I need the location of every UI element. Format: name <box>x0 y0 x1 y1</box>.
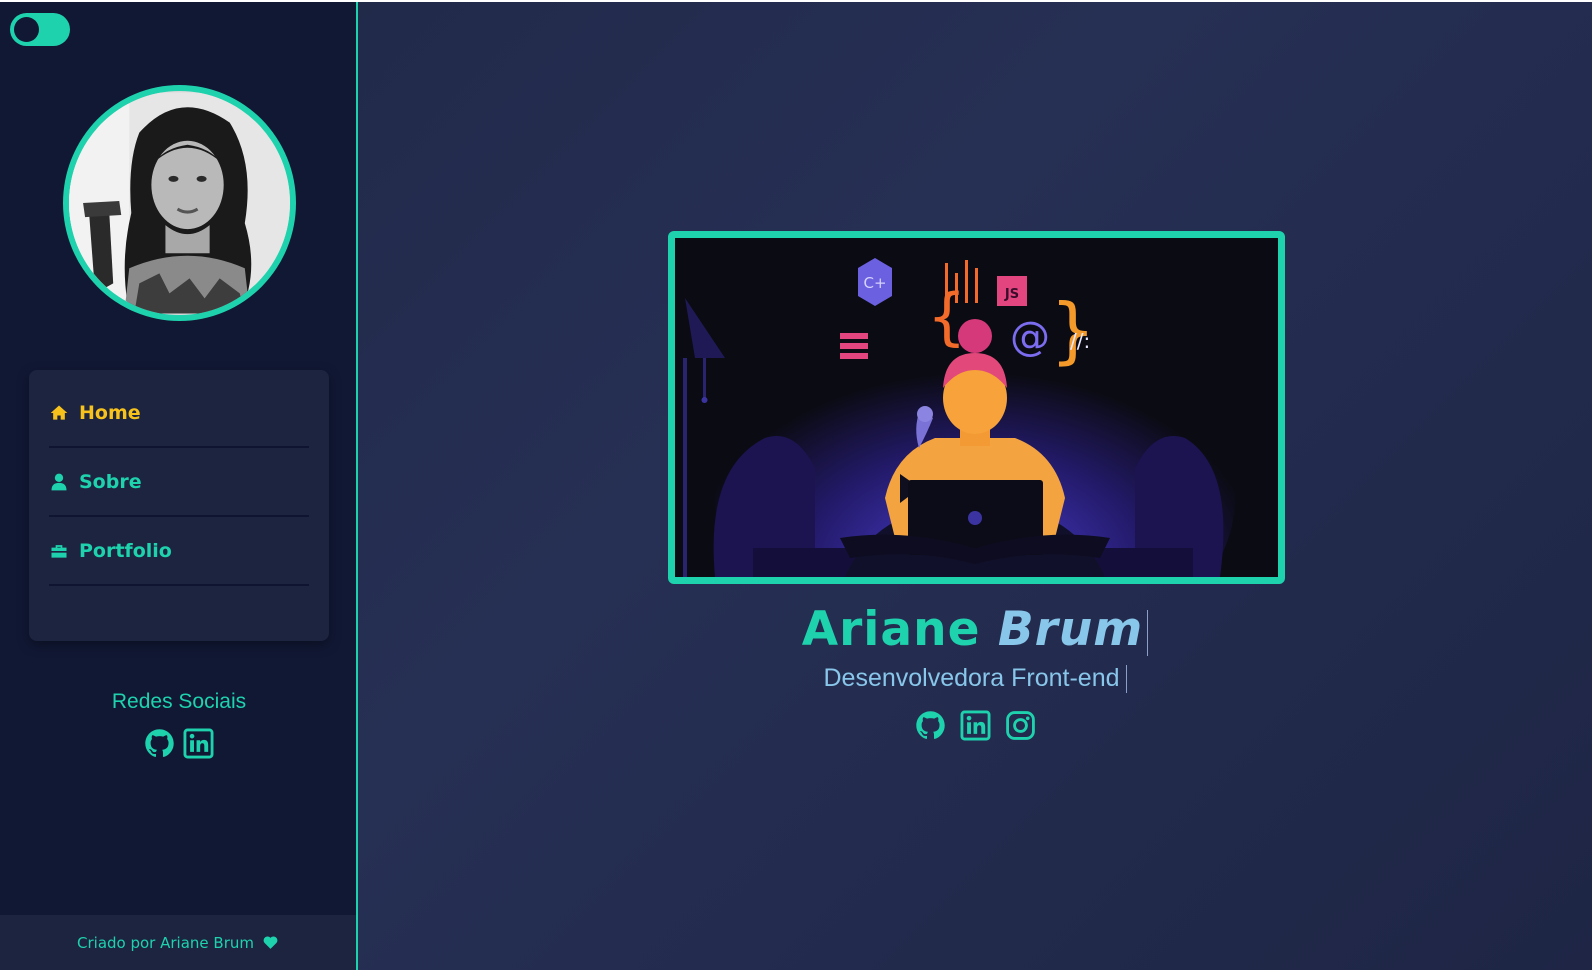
nav-item-home[interactable]: Home <box>49 380 309 448</box>
svg-text:JS: JS <box>1004 287 1019 302</box>
profile-photo <box>69 92 290 314</box>
avatar <box>63 85 296 321</box>
role-text: Desenvolvedora Front-end <box>823 664 1120 692</box>
main-content: C+ { } JS @ //: Ariane Brum Desenvolvedo… <box>358 2 1592 970</box>
instagram-icon <box>1005 711 1035 740</box>
instagram-link[interactable] <box>1005 710 1036 741</box>
briefcase-icon <box>51 545 67 558</box>
hero-illustration-frame: C+ { } JS @ //: <box>668 231 1285 584</box>
hero-social-links <box>358 710 1592 741</box>
linkedin-link[interactable] <box>183 728 214 759</box>
home-icon <box>50 405 68 420</box>
first-name: Ariane <box>801 602 981 657</box>
footer-text: Criado por Ariane Brum <box>77 933 254 952</box>
svg-text://:: //: <box>1070 329 1090 353</box>
svg-text:C+: C+ <box>863 274 886 292</box>
linkedin-icon <box>183 728 214 759</box>
linkedin-link[interactable] <box>960 710 991 741</box>
nav-item-label: Portfolio <box>79 540 172 562</box>
github-icon <box>145 729 174 757</box>
hero-role: Desenvolvedora Front-end <box>358 664 1592 694</box>
github-icon <box>915 711 945 739</box>
social-title: Redes Sociais <box>111 690 247 713</box>
sidebar-footer: Criado por Ariane Brum <box>0 915 356 970</box>
heart-icon <box>263 936 278 949</box>
nav-menu: Home Sobre Portfolio <box>29 370 329 641</box>
app-frame: Home Sobre Portfolio Redes Sociais Criad… <box>0 2 1592 970</box>
svg-text:@: @ <box>1010 314 1050 360</box>
typing-caret <box>1125 665 1127 694</box>
theme-toggle[interactable] <box>10 13 70 46</box>
nav-item-portfolio[interactable]: Portfolio <box>49 518 309 586</box>
typing-caret <box>1147 609 1149 656</box>
nav-item-label: Sobre <box>79 471 142 493</box>
github-link[interactable] <box>144 728 175 759</box>
sidebar: Home Sobre Portfolio Redes Sociais Criad… <box>0 2 358 970</box>
nav-item-label: Home <box>79 402 141 424</box>
toggle-knob <box>14 17 39 42</box>
developer-illustration: C+ { } JS @ //: <box>675 238 1278 577</box>
hero-name: Ariane Brum <box>358 602 1592 657</box>
sidebar-social-links <box>0 728 358 759</box>
last-name: Brum <box>997 602 1144 657</box>
user-icon <box>51 473 67 491</box>
github-link[interactable] <box>915 710 946 741</box>
nav-item-sobre[interactable]: Sobre <box>49 449 309 517</box>
linkedin-icon <box>960 710 990 741</box>
